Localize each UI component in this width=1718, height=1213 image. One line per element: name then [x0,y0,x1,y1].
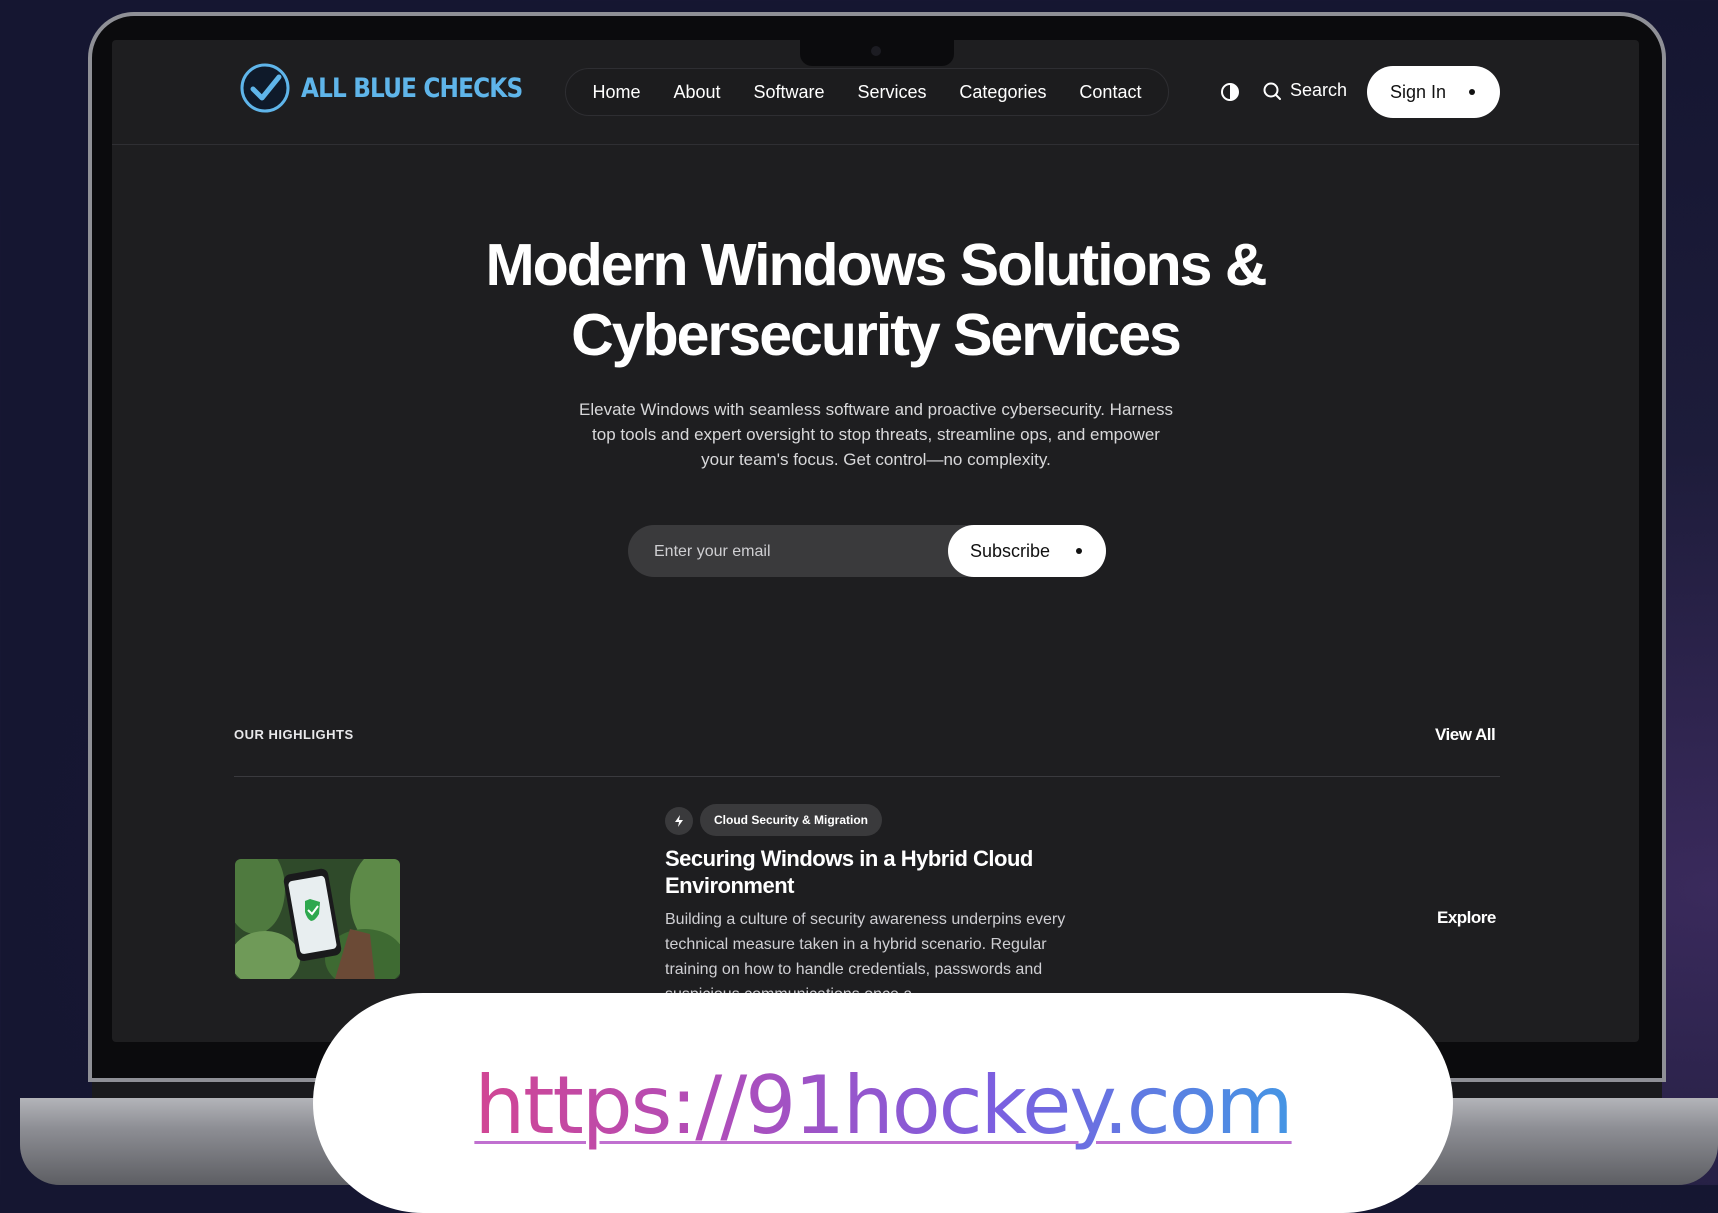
nav-services[interactable]: Services [857,82,926,103]
camera-icon [871,46,881,56]
url-overlay: https://91hockey.com [313,993,1453,1213]
category-tag[interactable]: Cloud Security & Migration [700,804,883,836]
highlights-label: OUR HIGHLIGHTS [234,727,354,742]
camera-notch [800,40,954,66]
nav-contact[interactable]: Contact [1079,82,1141,103]
lightning-icon [665,807,693,835]
main-nav: Home About Software Services Categories … [565,68,1169,116]
nav-software[interactable]: Software [753,82,824,103]
theme-toggle-icon[interactable] [1220,82,1240,102]
url-text[interactable]: https://91hockey.com [313,1059,1453,1152]
view-all-link[interactable]: View All [1435,725,1496,745]
brand-name: ALL BLUE CHECKS [301,72,523,104]
sign-in-button[interactable]: Sign In [1367,66,1500,118]
checkmark-logo-icon [240,63,290,113]
hero-title-line-1: Modern Windows Solutions & [485,232,1268,298]
explore-link[interactable]: Explore [1437,908,1496,928]
dot-icon [1469,89,1475,95]
site-logo[interactable]: ALL BLUE CHECKS [239,62,558,114]
nav-about[interactable]: About [673,82,720,103]
nav-home[interactable]: Home [592,82,640,103]
divider [234,776,1500,777]
search-button[interactable]: Search [1262,80,1347,101]
subscribe-button[interactable]: Subscribe [948,525,1106,577]
nav-categories[interactable]: Categories [959,82,1046,103]
phone-shield-image [235,859,400,979]
email-input[interactable] [652,525,946,579]
dot-icon [1076,548,1082,554]
search-label: Search [1290,80,1348,100]
hero-title-line-2: Cybersecurity Services [571,302,1182,368]
subscribe-form: Subscribe [628,525,1106,579]
browser-screen: ALL BLUE CHECKS Home About Software Serv… [112,40,1639,1042]
search-icon [1263,82,1281,100]
article-thumbnail[interactable] [235,859,400,979]
sign-in-label: Sign In [1390,81,1447,102]
hero-description: Elevate Windows with seamless software a… [579,400,1173,469]
article-title[interactable]: Securing Windows in a Hybrid Cloud Envir… [665,845,1085,899]
hero-title: Modern Windows Solutions & Cybersecurity… [112,230,1639,370]
subscribe-label: Subscribe [970,540,1051,561]
